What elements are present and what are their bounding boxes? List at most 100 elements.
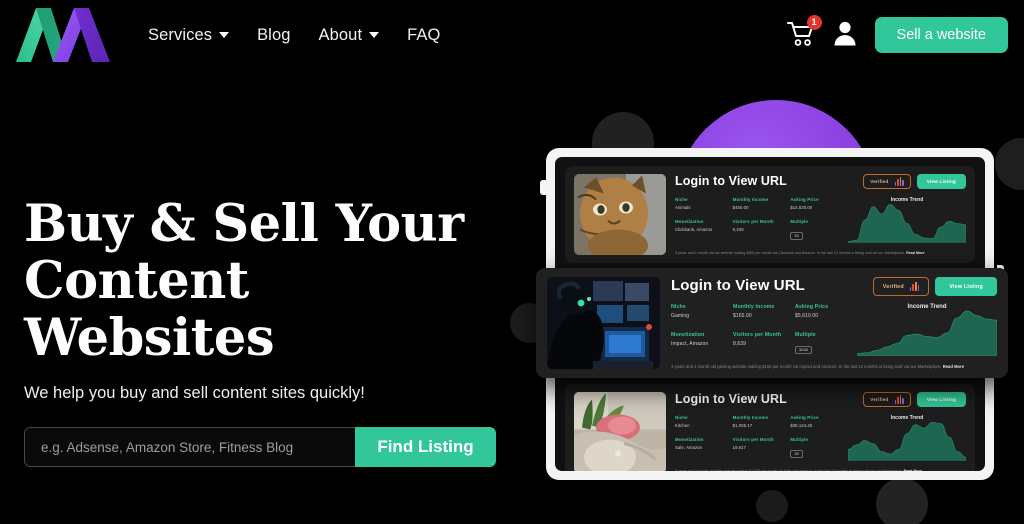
stat-label: Visitors per Month <box>733 331 782 338</box>
stat-monetization: Monetization Clickbank, Amazon <box>675 219 733 244</box>
stat-multiple: Multiple 3X <box>790 219 848 244</box>
cart-button[interactable]: 1 <box>786 15 822 49</box>
nav-label: About <box>318 25 363 44</box>
stat-label: Visitors per Month <box>732 218 774 224</box>
verified-label: Verified <box>870 179 889 184</box>
cart-badge: 1 <box>806 15 822 30</box>
stat-value: $5,610.00 <box>795 313 819 319</box>
brand-logo[interactable] <box>6 0 124 70</box>
description-text: 3 years and 4 month old gaming website m… <box>671 364 942 369</box>
listing-card[interactable]: Login to View URL Verified View Listing … <box>565 166 975 263</box>
stat-monthly-income: Monthly Income $450.00 <box>733 197 791 212</box>
stat-label: Monthly Income <box>732 197 769 202</box>
sell-a-website-button[interactable]: Sell a website <box>874 17 1008 53</box>
verified-badge: Verified <box>863 392 911 407</box>
stat-label: Multiple <box>795 331 816 338</box>
trend-area-1 <box>848 204 966 243</box>
listing-actions: Verified View Listing <box>863 392 966 407</box>
stat-label: Asking Price <box>795 304 829 310</box>
stat-label: Niche <box>675 415 688 420</box>
multiple-badge: 3X <box>790 449 803 458</box>
stat-value: Animals <box>675 205 691 210</box>
stat-label: Niche <box>675 197 688 202</box>
listing-header: Login to View URL Verified View Listing <box>675 392 966 407</box>
stat-value: $14,530.00 <box>790 205 813 210</box>
description-text: 3 years and 3 month old knife website ma… <box>675 469 903 471</box>
decor-circle-gray <box>995 138 1024 190</box>
bar-chart-icon <box>894 177 904 186</box>
multiple-badge: 3X <box>790 231 803 240</box>
view-listing-button[interactable]: View Listing <box>916 392 966 407</box>
search-input[interactable] <box>24 427 355 467</box>
nav-item-services[interactable]: Services <box>148 25 230 45</box>
hero-subtitle: We help you buy and sell content sites q… <box>24 384 365 402</box>
hero-title-line-2: Content Websites <box>24 251 275 368</box>
listing-header: Login to View URL Verified View Listing <box>671 277 997 296</box>
bar-chart-icon <box>894 395 904 404</box>
chevron-down-icon <box>369 32 380 38</box>
stat-value: $38,124.45 <box>790 423 813 428</box>
listing-thumbnail-kitten <box>574 174 666 255</box>
stat-label: Multiple <box>790 218 809 224</box>
listing-stats-row: Niche Gaming Monthly Income $165.00 Aski… <box>671 304 997 356</box>
income-trend-chart: Income Trend <box>848 415 966 461</box>
chevron-down-icon <box>219 32 230 38</box>
user-avatar-icon <box>834 21 856 45</box>
view-listing-button[interactable]: View Listing <box>916 174 966 189</box>
stat-value: 8,639 <box>733 340 747 347</box>
nav-item-faq[interactable]: FAQ <box>407 26 440 45</box>
stat-niche: Niche Animals <box>675 197 733 212</box>
nav-item-about[interactable]: About <box>319 26 380 45</box>
stat-label: Multiple <box>790 436 809 442</box>
listing-card-featured[interactable]: Login to View URL Verified View Listing … <box>536 268 1008 378</box>
listing-stats: Niche Kitchen Monthly Income $1,065.17 A… <box>675 415 848 461</box>
listing-stats: Niche Animals Monthly Income $450.00 Ask… <box>675 197 848 243</box>
listing-title[interactable]: Login to View URL <box>675 392 787 406</box>
read-more-link[interactable]: Read More <box>904 469 922 471</box>
stat-label: Monetization <box>675 436 704 442</box>
multiple-badge: 3X34 <box>795 345 812 354</box>
stat-value: $165.00 <box>733 313 752 319</box>
stat-label: Asking Price <box>790 415 819 420</box>
verified-badge: Verified <box>863 174 911 189</box>
stat-label: Monetization <box>671 331 705 338</box>
verified-label: Verified <box>882 283 904 290</box>
header-actions: 1 Sell a website <box>786 15 1024 53</box>
stat-value: 19,617 <box>732 444 747 450</box>
listing-actions: Verified View Listing <box>872 277 997 296</box>
bar-chart-icon <box>909 282 920 291</box>
stat-label: Visitors per Month <box>732 436 774 442</box>
stat-label: Monetization <box>675 218 704 224</box>
find-listing-button[interactable]: Find Listing <box>355 427 496 467</box>
decor-circle-gray <box>876 478 928 524</box>
stat-value: Kitchen <box>675 423 690 428</box>
stat-niche: Niche Kitchen <box>675 415 733 430</box>
listing-description: 3 years and 4 month old gaming website m… <box>671 364 997 369</box>
nav-item-blog[interactable]: Blog <box>257 26 290 45</box>
listing-stats-row: Niche Kitchen Monthly Income $1,065.17 A… <box>675 415 966 461</box>
read-more-link[interactable]: Read More <box>943 364 964 369</box>
nav-label: Services <box>148 25 213 44</box>
main-nav: Services Blog About FAQ <box>148 26 440 45</box>
hero-title-line-1: Buy & Sell Your <box>24 194 464 254</box>
listing-details: Login to View URL Verified View Listing … <box>671 277 997 369</box>
account-button[interactable] <box>833 20 857 51</box>
listing-description: 3 years and 1 month old cat website maki… <box>675 251 966 255</box>
listing-search-bar: Find Listing <box>24 427 496 467</box>
stat-visitors: Visitors per Month 19,617 <box>733 437 791 462</box>
stat-value: $1,065.17 <box>732 423 753 428</box>
read-more-link[interactable]: Read More <box>906 251 924 255</box>
stat-value: Sale, Amazon <box>675 444 703 450</box>
trend-area-3 <box>848 422 966 461</box>
stat-label: Niche <box>671 304 686 310</box>
view-listing-button[interactable]: View Listing <box>935 277 997 296</box>
stat-value: Clickbank, Amazon <box>675 226 713 232</box>
stat-asking-price: Asking Price $14,530.00 <box>790 197 848 212</box>
listing-thumbnail-gaming <box>547 277 660 369</box>
listing-title[interactable]: Login to View URL <box>671 277 805 294</box>
listing-title[interactable]: Login to View URL <box>675 174 787 188</box>
hero-section: Buy & Sell Your Content Websites We help… <box>24 196 504 467</box>
page-title: Buy & Sell Your Content Websites <box>24 196 504 367</box>
stat-value: $450.00 <box>732 205 749 210</box>
listing-card[interactable]: Login to View URL Verified View Listing … <box>565 384 975 471</box>
